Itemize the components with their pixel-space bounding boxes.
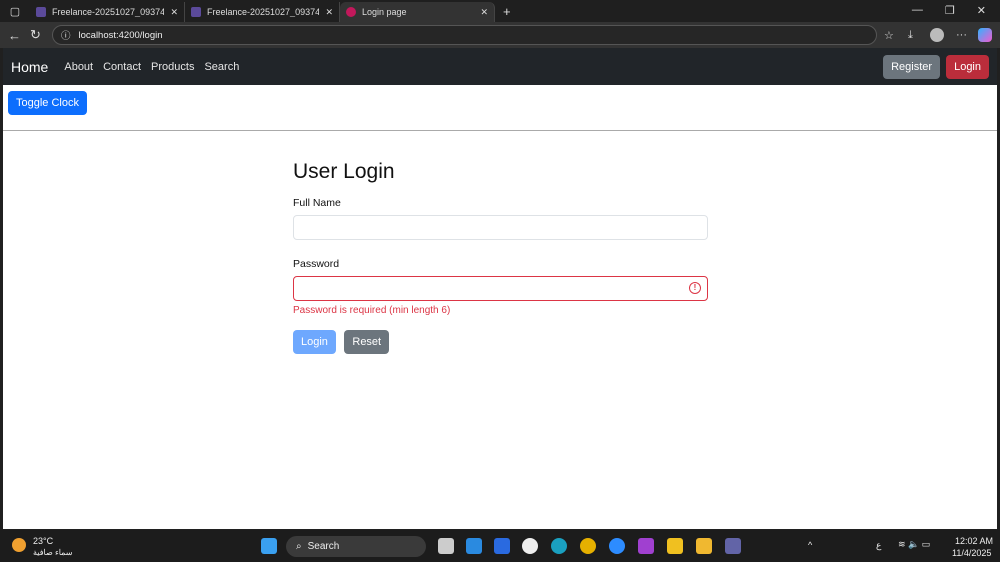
- close-icon[interactable]: ✕: [170, 7, 178, 18]
- close-icon[interactable]: ✕: [480, 7, 488, 18]
- password-label: Password: [293, 258, 340, 270]
- password-error: Password is required (min length 6): [293, 305, 451, 316]
- downloads-icon[interactable]: ⤓: [908, 29, 913, 42]
- browser-tab[interactable]: Freelance-20251027_093740-Mee✕: [185, 2, 340, 22]
- angular-icon: [346, 7, 356, 17]
- minimize-icon[interactable]: —: [912, 4, 923, 17]
- login-form: User Login Full Name Password ! Password…: [293, 160, 708, 354]
- nav-products[interactable]: Products: [151, 61, 194, 73]
- close-icon[interactable]: ✕: [325, 7, 333, 18]
- browser-tab-active[interactable]: Login page ✕: [340, 2, 495, 22]
- error-icon: !: [689, 282, 701, 294]
- weather-text: سماء صافية: [33, 548, 73, 557]
- taskbar: 23°C سماء صافية ⌕ Search ^ ع ≋ 🔈 ▭ 12:02 …: [0, 530, 1000, 562]
- restore-icon[interactable]: ❐: [945, 4, 955, 17]
- clock-section: Toggle Clock: [3, 85, 997, 131]
- language-indicator[interactable]: ع: [876, 540, 881, 551]
- reload-icon[interactable]: ↻: [30, 27, 41, 43]
- clock-date[interactable]: 11/4/2025: [952, 548, 991, 558]
- close-window-icon[interactable]: ✕: [977, 4, 986, 17]
- video-icon: [191, 7, 201, 17]
- chrome-icon[interactable]: [580, 538, 596, 554]
- task-view-icon[interactable]: [438, 538, 454, 554]
- tray-chevron-icon[interactable]: ^: [808, 540, 812, 550]
- vscode-icon[interactable]: [466, 538, 482, 554]
- search-icon: ⌕: [296, 541, 302, 552]
- tab-bar: ▢ Freelance-20251027_093740-Mee✕ Freelan…: [0, 0, 1000, 22]
- toggle-clock-button[interactable]: Toggle Clock: [8, 91, 87, 115]
- full-name-label: Full Name: [293, 197, 341, 209]
- more-icon[interactable]: ···: [956, 29, 967, 41]
- navbar: Home About Contact Products Search Regis…: [3, 48, 997, 85]
- weather-icon[interactable]: [12, 538, 26, 552]
- video-icon: [36, 7, 46, 17]
- nav-contact[interactable]: Contact: [103, 61, 141, 73]
- zoom-icon[interactable]: [609, 538, 625, 554]
- favorites-icon[interactable]: ☆: [884, 29, 894, 42]
- url-input[interactable]: ⓘ localhost:4200/login: [52, 25, 877, 45]
- app-icon[interactable]: [522, 538, 538, 554]
- app-icon[interactable]: [494, 538, 510, 554]
- nav-about[interactable]: About: [64, 61, 93, 73]
- reset-button[interactable]: Reset: [344, 330, 390, 354]
- jetbrains-icon[interactable]: [638, 538, 654, 554]
- clock-time[interactable]: 12:02 AM: [955, 536, 993, 546]
- new-tab-icon[interactable]: +: [503, 4, 511, 19]
- start-icon[interactable]: [261, 538, 277, 554]
- wifi-volume-battery-icons[interactable]: ≋ 🔈 ▭: [898, 539, 930, 550]
- address-bar-row: ← ↻ ⓘ localhost:4200/login ☆ ⤓ ···: [0, 22, 1000, 48]
- teams-icon[interactable]: [725, 538, 741, 554]
- taskbar-search[interactable]: ⌕ Search: [286, 536, 426, 557]
- page-title: User Login: [293, 160, 395, 183]
- tab-actions-icon[interactable]: ▢: [0, 5, 30, 18]
- register-button[interactable]: Register: [883, 54, 941, 79]
- full-name-input[interactable]: [293, 215, 708, 240]
- weather-temp: 23°C: [33, 536, 54, 546]
- browser-tab[interactable]: Freelance-20251027_093740-Mee✕: [30, 2, 185, 22]
- nav-search[interactable]: Search: [204, 61, 239, 73]
- login-button[interactable]: Login: [293, 330, 336, 354]
- page: Home About Contact Products Search Regis…: [3, 48, 997, 529]
- notes-icon[interactable]: [667, 538, 683, 554]
- info-icon: ⓘ: [61, 31, 71, 42]
- edge-icon[interactable]: [551, 538, 567, 554]
- file-explorer-icon[interactable]: [696, 538, 712, 554]
- copilot-icon[interactable]: [978, 28, 992, 42]
- profile-avatar[interactable]: [930, 28, 944, 42]
- back-icon[interactable]: ←: [8, 28, 21, 43]
- nav-home[interactable]: Home: [11, 59, 48, 75]
- nav-login-button[interactable]: Login: [946, 54, 989, 79]
- password-input[interactable]: !: [293, 276, 708, 301]
